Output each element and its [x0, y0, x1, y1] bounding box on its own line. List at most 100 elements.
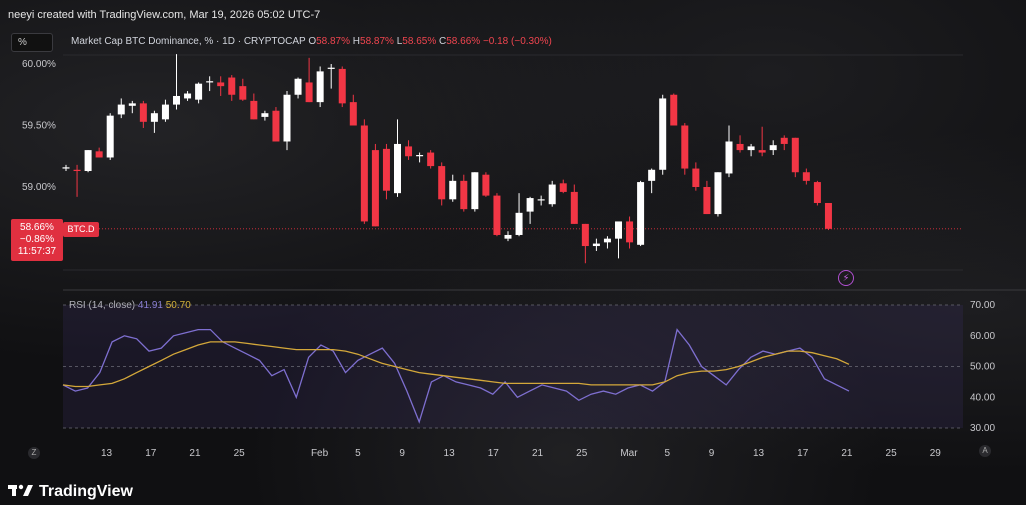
candle-body [791, 137, 799, 173]
candle-body [405, 146, 413, 157]
rsi-value: 41.91 [137, 300, 163, 311]
candle-body [338, 68, 346, 104]
candle-body [84, 150, 92, 172]
candle-body [615, 221, 622, 239]
time-axis-tick-label: 9 [709, 448, 715, 459]
rsi-ma-value: 50.70 [165, 300, 191, 311]
time-axis-tick-label: 5 [355, 448, 361, 459]
auto-scale-button[interactable]: A [979, 445, 991, 457]
tradingview-logo: TradingView [8, 483, 133, 501]
candle-body [250, 100, 258, 120]
candle-body [548, 184, 556, 205]
candle-body [128, 103, 136, 106]
time-axis-tick-label: 17 [797, 448, 809, 459]
candle-body [427, 152, 435, 167]
candle-body [139, 103, 147, 122]
tradingview-logo-icon [8, 483, 34, 501]
candle-body [62, 167, 70, 169]
candle-body [570, 191, 578, 224]
time-axis-tick-label: 13 [753, 448, 765, 459]
flash-icon[interactable]: ⚡ [838, 270, 854, 286]
candle-body [416, 155, 424, 157]
candle-body [394, 143, 401, 194]
candle-body [603, 238, 611, 243]
candle-body [73, 169, 81, 172]
candle-body [305, 82, 313, 103]
candle-body [327, 67, 335, 69]
candle-body [659, 98, 667, 170]
candle-body [150, 113, 158, 122]
candle-body [360, 125, 368, 222]
rsi-axis-tick-label: 40.00 [970, 392, 995, 403]
candle-body [217, 82, 225, 87]
time-axis-tick-label: 13 [444, 448, 456, 459]
candle-body [592, 243, 600, 247]
candle-body [206, 81, 214, 83]
candle-body [504, 234, 512, 239]
candle-body [438, 166, 446, 200]
rsi-legend: RSI (14, close) 41.91 50.70 [69, 300, 191, 311]
time-axis-tick-label: 5 [665, 448, 671, 459]
price-axis-tick-label: 60.00% [22, 59, 56, 70]
time-axis-tick-label: 17 [145, 448, 157, 459]
candle-body [228, 77, 236, 95]
rsi-axis-tick-label: 30.00 [970, 423, 995, 434]
candle-body [184, 93, 192, 99]
bar-countdown: 11:57:37 [17, 246, 57, 257]
candle-body [692, 168, 700, 187]
tradingview-logo-text: TradingView [39, 483, 133, 500]
time-axis-tick-label: 17 [488, 448, 500, 459]
candle-body [714, 172, 722, 215]
candle-body [382, 148, 390, 191]
candle-body [526, 198, 534, 212]
candle-body [471, 172, 479, 210]
current-change: −0.86% [19, 234, 55, 245]
time-axis-tick-label: Feb [311, 448, 329, 459]
symbol-tag: BTC.D [63, 222, 99, 237]
candle-body [559, 183, 567, 192]
candle-body [261, 113, 269, 117]
rsi-legend-label: RSI (14, close) [69, 300, 136, 311]
candle-body [537, 199, 545, 201]
candle-body [769, 145, 777, 151]
candle-body [117, 104, 125, 115]
price-axis-tick-label: 59.50% [22, 121, 56, 132]
rsi-axis-tick-label: 50.00 [970, 362, 995, 373]
zoom-button[interactable]: Z [28, 447, 40, 459]
tradingview-logo-svg [8, 484, 33, 496]
candle-body [349, 102, 357, 126]
chart-canvas[interactable]: 60.00% 59.50% 59.00% 70.00 60.00 50.00 40.00 30… [0, 0, 1026, 505]
candle-body [681, 125, 689, 169]
candle-body [813, 182, 821, 203]
candle-body [670, 94, 678, 126]
candle-body [316, 71, 324, 103]
time-axis-tick-label: 21 [189, 448, 201, 459]
candle-body [626, 221, 634, 243]
candle-body [515, 212, 523, 235]
candle-body [703, 187, 711, 215]
candle-body [283, 94, 291, 142]
rsi-axis-tick-label: 70.00 [970, 300, 995, 311]
time-axis-tick-label: 9 [399, 448, 405, 459]
candle-body [581, 223, 589, 247]
candle-body [725, 141, 733, 174]
candle-body [460, 180, 468, 210]
candle-body [736, 143, 744, 151]
candle-body [482, 174, 490, 196]
candle-body [294, 78, 302, 95]
candle-body [371, 150, 379, 227]
candle-body [758, 150, 766, 153]
candle-body [195, 83, 203, 100]
time-axis-tick-label: 13 [101, 448, 113, 459]
current-price-label: 58.66% −0.86% 11:57:37 [11, 219, 63, 261]
candle-body [780, 137, 788, 144]
candle-body [648, 169, 656, 181]
time-axis-tick-label: 29 [930, 448, 942, 459]
time-axis-tick-label: Mar [620, 448, 638, 459]
candle-body [747, 146, 755, 151]
candle-body [637, 182, 645, 245]
candle-body [173, 95, 180, 105]
rsi-axis-tick-label: 60.00 [970, 331, 995, 342]
candle-body [802, 172, 810, 181]
current-price: 58.66% [20, 222, 54, 233]
